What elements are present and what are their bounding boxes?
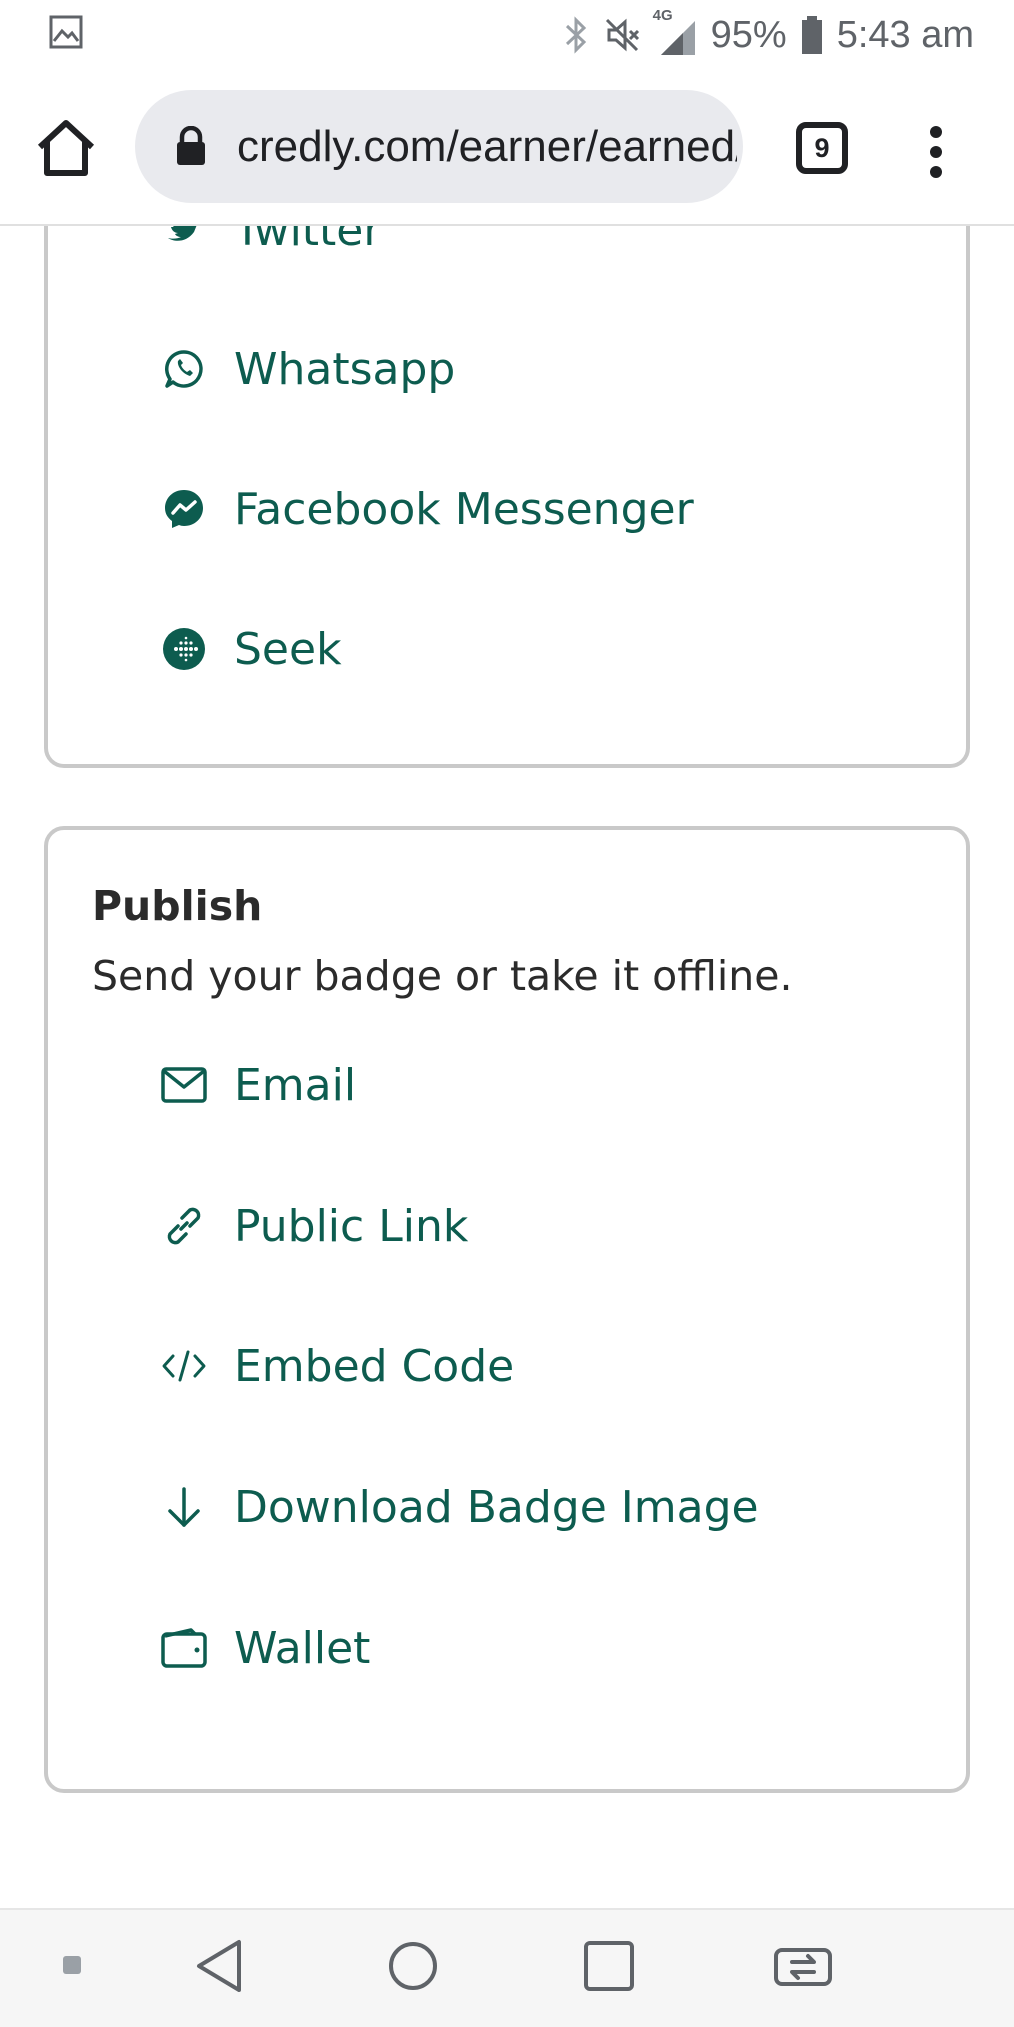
recents-square-icon [582, 1941, 636, 1998]
bluetooth-icon [563, 15, 589, 55]
envelope-icon [160, 1061, 208, 1109]
link-icon [160, 1202, 208, 1250]
publish-item-label: Wallet [234, 1622, 371, 1674]
home-button[interactable] [34, 116, 98, 180]
download-icon [160, 1483, 208, 1531]
url-text: credly.com/earner/earned/share [237, 122, 737, 171]
publish-item-label: Email [234, 1059, 357, 1111]
notification-dot-button[interactable] [62, 1955, 82, 1979]
code-icon [160, 1342, 208, 1390]
share-card: Twitter Whatsapp Facebook Messenger Seek [44, 150, 970, 768]
clock: 5:43 am [836, 13, 974, 56]
gallery-notification-icon [48, 14, 84, 54]
publish-title: Publish [92, 882, 263, 930]
share-whatsapp[interactable]: Whatsapp [160, 334, 455, 404]
publish-subtitle: Send your badge or take it offline. [92, 952, 793, 1000]
battery-percent: 95% [710, 13, 787, 56]
publish-public-link[interactable]: Public Link [160, 1191, 468, 1261]
back-triangle-icon [194, 1940, 244, 1998]
publish-card: Publish Send your badge or take it offli… [44, 826, 970, 1793]
address-bar[interactable]: credly.com/earner/earned/share [135, 90, 743, 203]
square-dot-icon [62, 1956, 82, 1979]
mute-icon [603, 15, 643, 55]
more-vert-icon [916, 126, 956, 186]
back-button[interactable] [194, 1938, 244, 1998]
lock-icon [175, 125, 207, 170]
publish-item-label: Embed Code [234, 1340, 515, 1392]
publish-item-label: Download Badge Image [234, 1481, 759, 1533]
screen: 4G 95% 5:43 am Twitter Whatsapp Facebook… [0, 0, 1014, 2027]
publish-download-badge-image[interactable]: Download Badge Image [160, 1472, 759, 1542]
share-item-label: Whatsapp [234, 343, 456, 395]
publish-embed-code[interactable]: Embed Code [160, 1331, 514, 1401]
publish-item-label: Public Link [234, 1200, 469, 1252]
share-item-label: Facebook Messenger [234, 483, 694, 535]
publish-wallet[interactable]: Wallet [160, 1613, 370, 1683]
home-nav-button[interactable] [386, 1938, 440, 1998]
network-type: 4G [652, 7, 673, 24]
publish-email[interactable]: Email [160, 1050, 356, 1120]
share-item-label: Seek [234, 623, 342, 675]
switch-app-icon [772, 1948, 834, 1998]
wallet-icon [160, 1624, 208, 1672]
tab-switcher-button[interactable]: 9 [796, 122, 848, 174]
share-facebook-messenger[interactable]: Facebook Messenger [160, 474, 694, 544]
status-bar: 4G 95% 5:43 am [0, 0, 1014, 70]
switch-app-button[interactable] [772, 1938, 834, 1998]
recents-button[interactable] [582, 1938, 636, 1998]
home-icon [34, 120, 98, 184]
more-menu-button[interactable] [916, 122, 956, 182]
messenger-icon [160, 485, 208, 533]
browser-toolbar: credly.com/earner/earned/share 9 [0, 70, 1014, 226]
battery-icon [801, 15, 823, 55]
navigation-bar [0, 1908, 1014, 2027]
seek-icon [160, 625, 208, 673]
share-seek[interactable]: Seek [160, 614, 342, 684]
home-circle-icon [386, 1942, 440, 1998]
signal-icon: 4G [653, 7, 697, 57]
whatsapp-icon [160, 345, 208, 393]
